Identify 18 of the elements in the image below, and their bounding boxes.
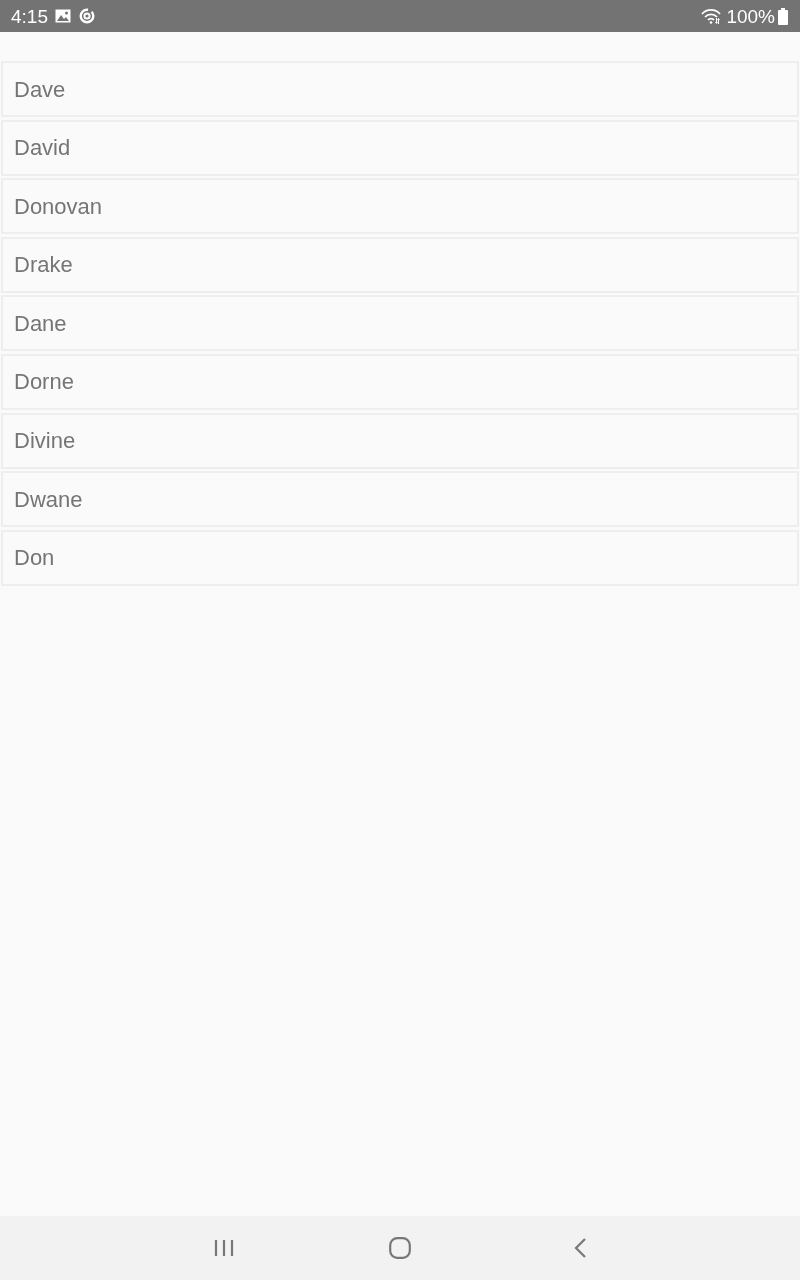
list-item[interactable]: Donovan: [1, 178, 799, 235]
list-item[interactable]: Don: [1, 529, 799, 586]
list-item[interactable]: Dane: [1, 295, 799, 352]
battery-percentage: 100%: [726, 6, 775, 26]
wifi-icon: [701, 8, 723, 24]
recent-apps-icon[interactable]: [214, 1239, 234, 1257]
sync-icon: [79, 8, 95, 24]
back-icon[interactable]: [574, 1238, 586, 1258]
battery-icon: [778, 7, 788, 25]
list-item[interactable]: Dwane: [1, 471, 799, 528]
home-icon[interactable]: [389, 1237, 411, 1259]
list-item[interactable]: Drake: [1, 236, 799, 293]
list-item[interactable]: David: [1, 119, 799, 176]
list-item[interactable]: Divine: [1, 412, 799, 469]
list-item[interactable]: Dave: [1, 61, 799, 117]
clock-time: 4:15: [11, 6, 48, 26]
image-icon: [55, 9, 71, 23]
list-item[interactable]: Dorne: [1, 353, 799, 410]
